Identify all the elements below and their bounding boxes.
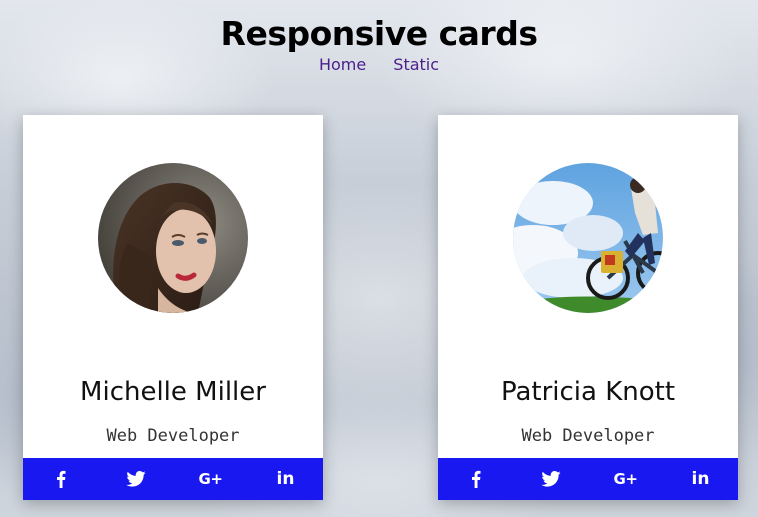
card-name: Patricia Knott (500, 377, 676, 407)
header: Responsive cards Home Static (0, 14, 758, 76)
social-bar: G+ in (23, 458, 323, 500)
avatar (98, 163, 248, 313)
bicycle-photo (513, 163, 663, 313)
nav-link-static[interactable]: Static (393, 55, 439, 74)
card-name: Michelle Miller (80, 377, 266, 407)
facebook-icon[interactable] (41, 458, 81, 500)
avatar (513, 163, 663, 313)
card-role: Web Developer (106, 426, 240, 446)
linkedin-icon[interactable]: in (266, 458, 306, 500)
nav-link-home[interactable]: Home (319, 55, 366, 74)
portrait-photo (98, 163, 248, 313)
social-bar: G+ in (438, 458, 738, 500)
twitter-icon[interactable] (116, 458, 156, 500)
profile-card: Michelle Miller Web Developer G+ in (23, 115, 323, 500)
google-plus-icon[interactable]: G+ (606, 458, 646, 500)
twitter-icon[interactable] (531, 458, 571, 500)
profile-card: Patricia Knott Web Developer G+ in (438, 115, 738, 500)
facebook-icon[interactable] (456, 458, 496, 500)
card-role: Web Developer (521, 426, 655, 446)
nav: Home Static (0, 54, 758, 76)
google-plus-icon[interactable]: G+ (191, 458, 231, 500)
page-title: Responsive cards (220, 14, 538, 53)
linkedin-icon[interactable]: in (681, 458, 721, 500)
